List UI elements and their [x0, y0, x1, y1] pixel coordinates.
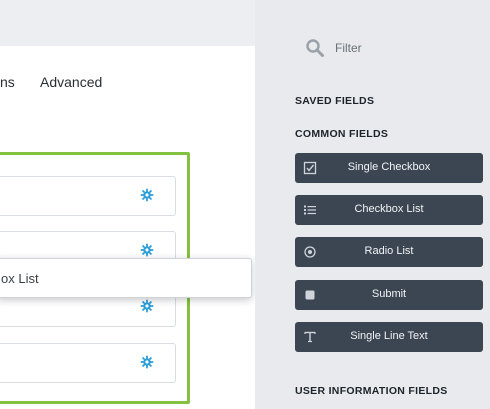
tab-advanced[interactable]: Advanced	[40, 74, 102, 90]
gear-icon[interactable]	[139, 299, 155, 315]
gear-icon[interactable]	[139, 188, 155, 204]
dragged-field-label: ox List	[1, 271, 39, 286]
checkbox-list-label: Checkbox List	[354, 203, 424, 215]
fields-sidebar: Filter SAVED FIELDS COMMON FIELDS Single…	[255, 0, 490, 409]
submit-label: Submit	[371, 288, 407, 300]
form-builder-panel: ns Advanced	[0, 46, 255, 409]
search-icon[interactable]	[305, 38, 325, 58]
filter-input[interactable]: Filter	[335, 41, 362, 55]
gear-icon[interactable]	[139, 243, 155, 259]
saved-fields-heading[interactable]: SAVED FIELDS	[295, 95, 374, 107]
common-fields-heading[interactable]: COMMON FIELDS	[295, 128, 388, 140]
gear-icon[interactable]	[139, 355, 155, 371]
user-information-fields-heading[interactable]: USER INFORMATION FIELDS	[295, 385, 448, 397]
single-checkbox-label: Single Checkbox	[347, 161, 431, 173]
dragged-field-card[interactable]: ox List	[0, 258, 252, 298]
radio-list-button[interactable]: Radio List	[295, 237, 483, 267]
top-strip	[0, 0, 255, 46]
single-checkbox-button[interactable]: Single Checkbox	[295, 153, 483, 183]
form-field-row[interactable]	[0, 343, 176, 383]
single-line-text-label: Single Line Text	[350, 330, 428, 342]
form-field-row[interactable]	[0, 176, 176, 216]
submit-button[interactable]: Submit	[295, 280, 483, 310]
checkbox-list-button[interactable]: Checkbox List	[295, 195, 483, 225]
radio-list-label: Radio List	[364, 245, 414, 257]
tab-fields[interactable]: ns	[0, 74, 15, 90]
single-line-text-button[interactable]: Single Line Text	[295, 322, 483, 352]
